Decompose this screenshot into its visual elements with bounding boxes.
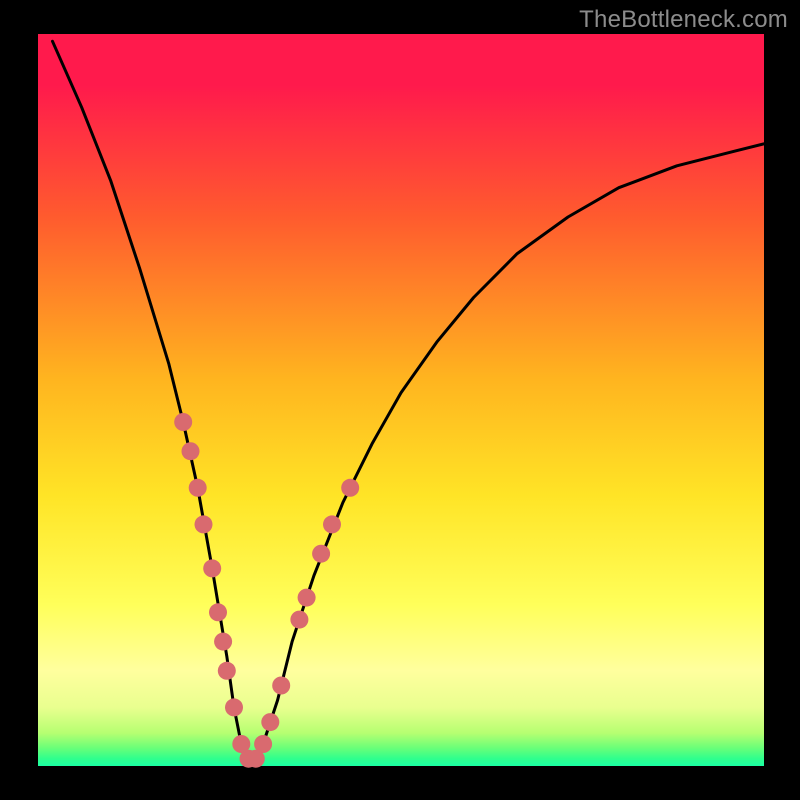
chart-stage: TheBottleneck.com: [0, 0, 800, 800]
curve-marker: [214, 633, 232, 651]
curve-marker: [195, 515, 213, 533]
bottleneck-plot: [0, 0, 800, 800]
curve-marker: [189, 479, 207, 497]
curve-marker: [323, 515, 341, 533]
plot-background: [38, 34, 764, 766]
curve-marker: [341, 479, 359, 497]
curve-marker: [209, 603, 227, 621]
curve-marker: [290, 611, 308, 629]
watermark-text: TheBottleneck.com: [579, 6, 788, 34]
curve-marker: [254, 735, 272, 753]
curve-marker: [174, 413, 192, 431]
curve-marker: [261, 713, 279, 731]
curve-marker: [298, 589, 316, 607]
curve-marker: [272, 677, 290, 695]
curve-marker: [218, 662, 236, 680]
curve-marker: [312, 545, 330, 563]
curve-marker: [225, 698, 243, 716]
curve-marker: [203, 559, 221, 577]
curve-marker: [182, 442, 200, 460]
